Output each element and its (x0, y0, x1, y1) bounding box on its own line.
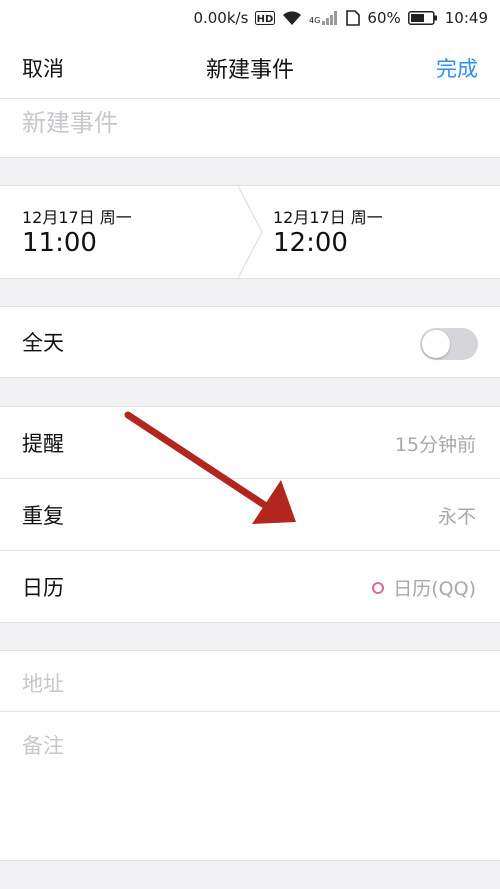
status-bar: 0.00k/s HD 4G 60% 10:49 (0, 0, 500, 36)
done-button[interactable]: 完成 (436, 53, 478, 83)
battery-percent: 60% (367, 9, 401, 27)
notes-field[interactable]: 备注 (0, 712, 500, 860)
divider (0, 622, 500, 623)
end-time-picker[interactable]: 12月17日 周一 12:00 (262, 186, 500, 278)
wifi-icon (282, 10, 302, 26)
hd-icon: HD (255, 11, 276, 25)
divider (0, 278, 500, 279)
time-range: 12月17日 周一 11:00 12月17日 周一 12:00 (0, 186, 500, 278)
address-placeholder: 地址 (22, 672, 64, 696)
all-day-label: 全天 (22, 331, 64, 355)
address-field[interactable]: 地址 (0, 651, 500, 711)
clock: 10:49 (444, 9, 488, 27)
reminder-value: 15分钟前 (394, 434, 476, 456)
divider (0, 377, 500, 378)
start-time-picker[interactable]: 12月17日 周一 11:00 (0, 186, 240, 278)
divider (0, 157, 500, 158)
notes-placeholder: 备注 (22, 734, 64, 758)
end-date: 12月17日 周一 (273, 208, 383, 227)
sim-icon (346, 10, 361, 26)
repeat-label: 重复 (22, 504, 64, 528)
start-clock: 11:00 (22, 228, 97, 258)
nav-bar: 取消 新建事件 完成 (0, 36, 500, 98)
end-clock: 12:00 (273, 228, 348, 258)
svg-text:HD: HD (257, 14, 274, 25)
battery-icon (407, 10, 438, 26)
event-title-field[interactable]: 新建事件 (0, 99, 500, 157)
calendar-color-icon (372, 581, 385, 594)
signal-4g-icon: 4G (309, 10, 339, 26)
svg-text:4G: 4G (309, 16, 320, 25)
reminder-label: 提醒 (22, 432, 64, 456)
calendar-name: 日历(QQ) (393, 578, 476, 600)
start-date: 12月17日 周一 (22, 208, 132, 227)
event-title-placeholder: 新建事件 (22, 109, 118, 137)
page-title: 新建事件 (205, 58, 294, 83)
calendar-label: 日历 (22, 576, 64, 600)
toggle-knob (422, 330, 450, 358)
calendar-row[interactable]: 日历 日历(QQ) (0, 551, 500, 622)
divider (0, 860, 500, 861)
repeat-value: 永不 (437, 506, 476, 528)
all-day-row: 全天 (0, 307, 500, 377)
calendar-value: 日历(QQ) (372, 574, 476, 601)
all-day-toggle[interactable] (420, 328, 478, 360)
repeat-row[interactable]: 重复 永不 (0, 479, 500, 550)
network-speed: 0.00k/s (193, 9, 249, 27)
reminder-row[interactable]: 提醒 15分钟前 (0, 407, 500, 478)
